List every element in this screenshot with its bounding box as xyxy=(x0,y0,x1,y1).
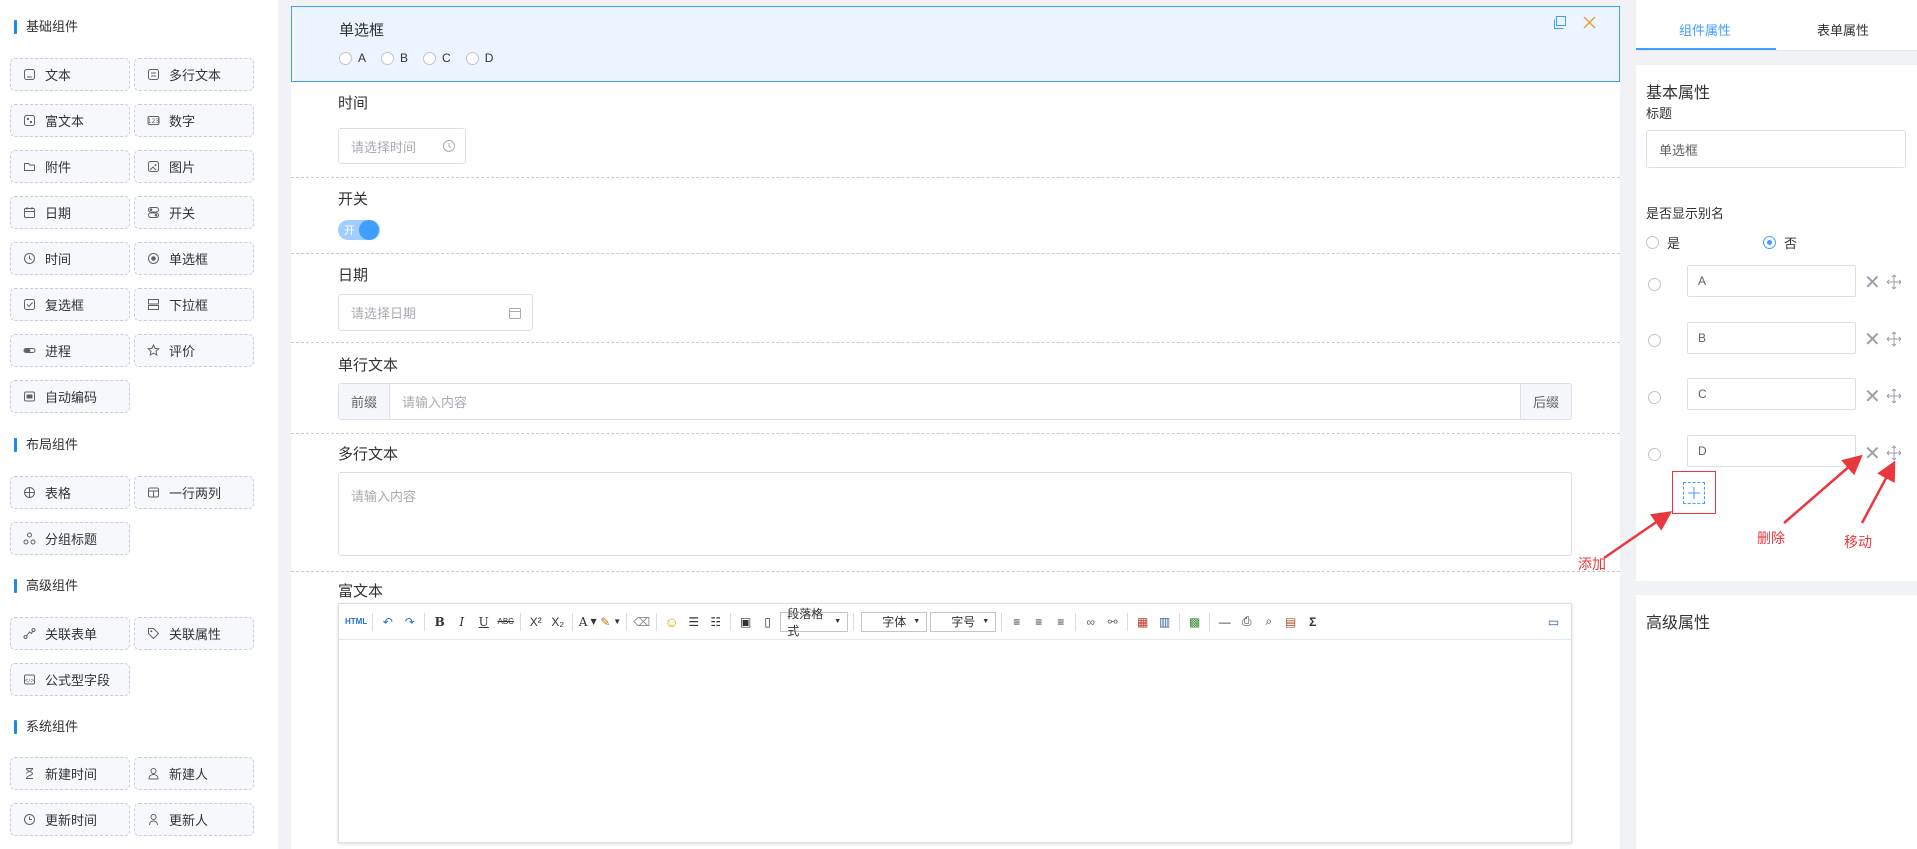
annotation-arrows xyxy=(1603,454,1896,560)
annotation-move: 移动 xyxy=(1844,534,1872,550)
annotation-delete: 删除 xyxy=(1757,530,1785,546)
annotation-add: 添加 xyxy=(1578,556,1606,572)
